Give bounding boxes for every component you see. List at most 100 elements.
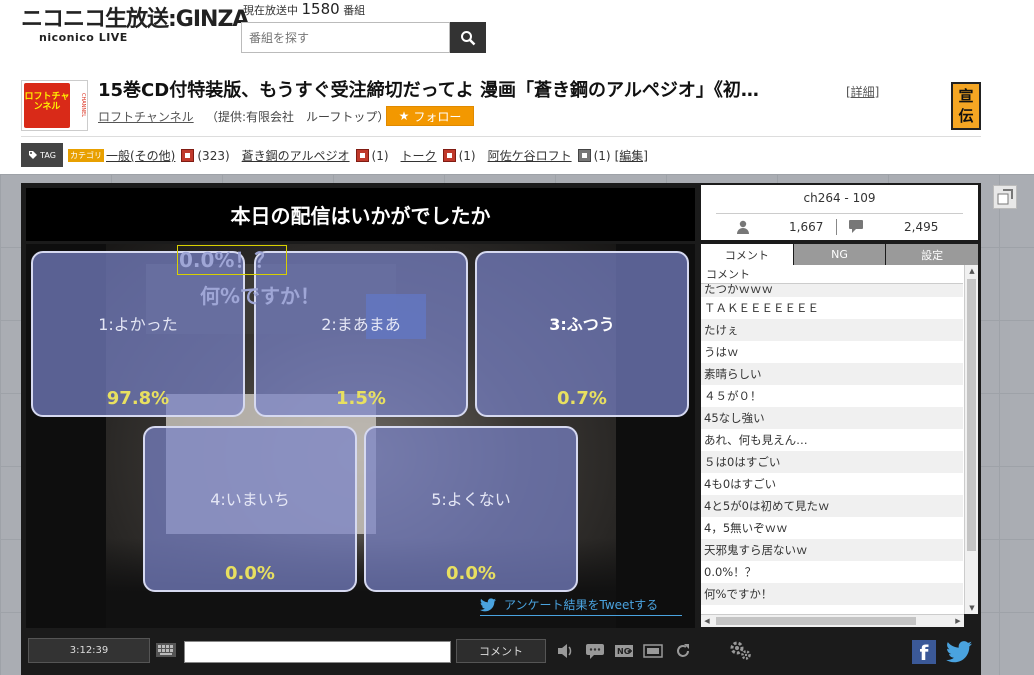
comment-submit-button[interactable]: コメント — [456, 639, 546, 663]
comment-row[interactable]: 45なし強い — [701, 407, 963, 429]
search-button[interactable] — [450, 22, 486, 53]
comment-row[interactable]: 天邪鬼すら居ないｗ — [701, 539, 963, 561]
poll-option-label: 2:まあまあ — [321, 315, 401, 334]
comment-row[interactable]: 0.0%！？ — [701, 561, 963, 583]
twitter-bird-icon — [480, 597, 496, 611]
poll-question: 本日の配信はいかがでしたか — [26, 188, 695, 241]
tag-link[interactable]: 蒼き鋼のアルペジオ — [242, 147, 350, 164]
comment-rows: たつかｗｗｗ ＴＡＫＥＥＥＥＥＥＥ たけぇ うはｗ 素晴らしい ４５が０！ 45… — [701, 284, 978, 605]
scroll-down-icon[interactable]: ▼ — [965, 602, 978, 614]
logo-sub-text: niconico LIVE — [39, 31, 128, 44]
twitter-share-icon[interactable] — [946, 640, 972, 664]
channel-id: ch264 - 109 — [803, 191, 876, 205]
tab-comment[interactable]: コメント — [701, 244, 793, 265]
provider-text: （提供:有限会社 ルーフトップ） — [206, 110, 390, 124]
tag-shape-icon — [29, 151, 38, 159]
comment-horizontal-scrollbar[interactable]: ◀ ▶ — [701, 614, 964, 627]
poll-option-label: 3:ふつう — [549, 315, 615, 334]
comment-row[interactable]: うはｗ — [701, 341, 963, 363]
logo-main-text: ニコニコ生放送:GINZA — [21, 7, 249, 32]
overlay-comment: 何%ですか！ — [200, 284, 321, 308]
settings-gear-icon[interactable] — [729, 640, 753, 662]
tweet-result-label: アンケート結果をTweetする — [504, 598, 659, 612]
divider — [836, 219, 837, 235]
niconico-logo[interactable]: ニコニコ生放送:GINZA niconico LIVE — [21, 7, 249, 48]
comment-row[interactable]: 4も0はすごい — [701, 473, 963, 495]
facebook-share-icon[interactable]: f — [912, 640, 936, 665]
poll-option-percent: 0.0% — [225, 563, 275, 584]
channel-thumbnail[interactable]: ロフトチャンネル CHANNEL — [21, 80, 88, 131]
lock-icon — [442, 149, 456, 162]
viewer-count: 1,667 — [789, 220, 824, 234]
tag-count: (1) — [371, 148, 389, 163]
tweet-result-link[interactable]: アンケート結果をTweetする — [480, 596, 682, 616]
divider — [716, 213, 963, 214]
scroll-right-icon[interactable]: ▶ — [952, 615, 964, 627]
program-search-input[interactable] — [241, 22, 450, 53]
keyboard-icon[interactable] — [156, 641, 176, 659]
lock-icon — [181, 149, 195, 162]
tag-link[interactable]: 阿佐ケ谷ロフト — [488, 147, 572, 164]
poll-option-3: 3:ふつう 0.7% — [475, 251, 689, 417]
category-badge: カテゴリ — [68, 149, 104, 162]
comment-row[interactable]: 何%ですか！ — [701, 583, 963, 605]
tag-link[interactable]: トーク — [401, 147, 437, 164]
ng-share-icon[interactable]: NG — [614, 642, 634, 660]
comment-vertical-scrollbar[interactable]: ▲ ▼ — [964, 265, 978, 614]
comment-row[interactable]: あれ、何も見えん… — [701, 429, 963, 451]
poll-option-4: 4:いまいち 0.0% — [143, 426, 357, 592]
popout-icon[interactable] — [993, 185, 1017, 209]
channel-logo-side: CHANNEL — [72, 83, 86, 128]
scroll-left-icon[interactable]: ◀ — [701, 615, 713, 627]
tag-count: (323) — [197, 148, 230, 163]
onair-count: 1580 — [301, 0, 340, 18]
tag-list: カテゴリ 一般(その他) (323) 蒼き鋼のアルペジオ (1) トーク (1)… — [68, 147, 648, 164]
comment-input[interactable] — [184, 641, 451, 663]
tag-link[interactable]: 一般(その他) — [106, 147, 175, 164]
overlay-comment: 0.0%！？ — [177, 245, 287, 275]
poll-option-percent: 0.0% — [446, 563, 496, 584]
comment-list[interactable]: コメント たつかｗｗｗ ＴＡＫＥＥＥＥＥＥＥ たけぇ うはｗ 素晴らしい ４５が… — [701, 265, 978, 614]
detail-link[interactable]: [詳細] — [846, 83, 879, 100]
volume-icon[interactable] — [556, 642, 576, 660]
screen-size-icon[interactable] — [643, 642, 663, 660]
comment-tabs: コメント NG 設定 — [701, 244, 979, 265]
elapsed-time: 3:12:39 — [28, 638, 150, 663]
scroll-up-icon[interactable]: ▲ — [965, 265, 978, 277]
reload-icon[interactable] — [673, 642, 693, 660]
comment-row[interactable]: ＴＡＫＥＥＥＥＥＥＥ — [701, 297, 963, 319]
scroll-thumb[interactable] — [967, 279, 976, 551]
tag-icon: TAG — [21, 143, 63, 167]
follow-label: フォロー — [413, 109, 462, 124]
comment-row[interactable]: ４５が０！ — [701, 385, 963, 407]
tab-ng[interactable]: NG — [793, 244, 886, 265]
star-icon: ★ — [398, 109, 410, 123]
advertise-button[interactable]: 宣伝 — [951, 82, 981, 130]
lock-icon — [355, 149, 369, 162]
comment-row[interactable]: 4と5が0は初めて見たｗ — [701, 495, 963, 517]
tab-settings[interactable]: 設定 — [886, 244, 979, 265]
comment-row[interactable]: 4，5無いぞｗｗ — [701, 517, 963, 539]
poll-option-percent: 0.7% — [557, 388, 607, 409]
channel-name-link[interactable]: ロフトチャンネル — [98, 108, 194, 125]
onair-prefix: 現在放送中 — [243, 4, 298, 17]
scroll-thumb[interactable] — [716, 617, 916, 625]
tag-count: (1) — [458, 148, 476, 163]
comment-row[interactable]: たけぇ — [701, 319, 963, 341]
follow-button[interactable]: ★ フォロー — [386, 106, 474, 126]
comment-count: 2,495 — [904, 220, 939, 234]
edit-tags-link[interactable]: [編集] — [615, 147, 648, 164]
comment-row[interactable]: ５は0はすごい — [701, 451, 963, 473]
comment-count-icon — [849, 220, 863, 233]
comment-column-header: コメント — [701, 265, 963, 284]
poll-option-percent: 1.5% — [336, 388, 386, 409]
comment-toggle-icon[interactable] — [585, 642, 605, 660]
poll-option-label: 4:いまいち — [210, 490, 290, 509]
comment-row[interactable]: 素晴らしい — [701, 363, 963, 385]
search-icon — [461, 30, 476, 45]
comment-row[interactable]: たつかｗｗｗ — [701, 284, 963, 297]
tag-icon-label: TAG — [40, 150, 56, 160]
program-title: 15巻CD付特装版、もうすぐ受注締切だってよ 漫画「蒼き鋼のアルペジオ」《初… — [98, 80, 759, 101]
popout-shape-icon — [997, 189, 1013, 205]
onair-counter: 現在放送中 1580 番組 — [243, 0, 365, 18]
